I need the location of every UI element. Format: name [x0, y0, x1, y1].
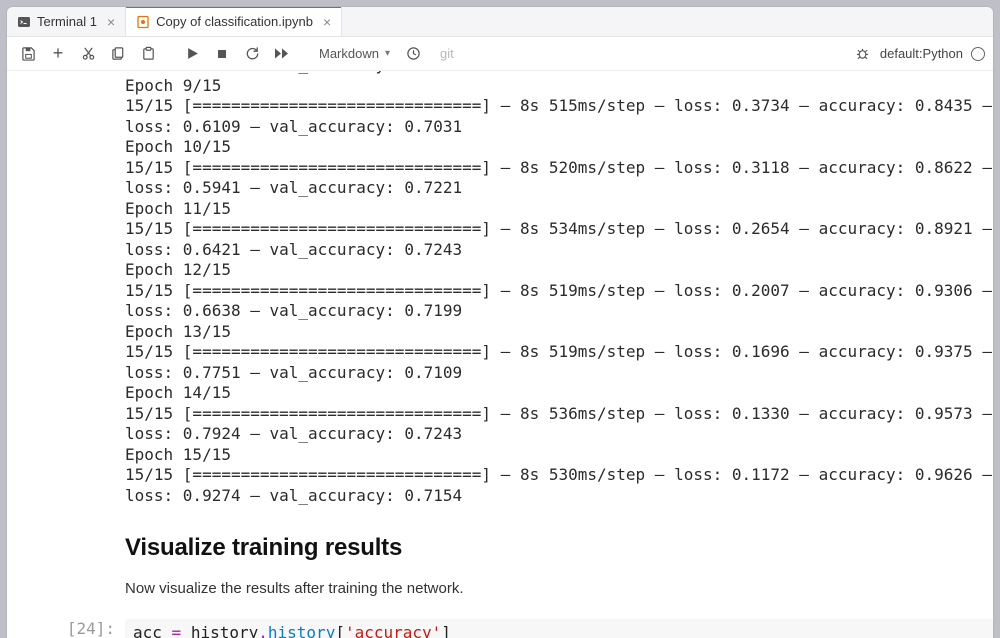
app-frame: Terminal 1 × Copy of classification.ipyn…	[7, 7, 993, 638]
tab-terminal[interactable]: Terminal 1 ×	[7, 7, 126, 36]
tab-notebook[interactable]: Copy of classification.ipynb ×	[126, 7, 342, 36]
close-icon[interactable]: ×	[107, 14, 115, 30]
input-prompt: [24]:	[61, 619, 125, 638]
markdown-cell[interactable]: Visualize training results Now visualize…	[7, 534, 993, 597]
notebook-icon	[136, 15, 150, 29]
code-token: [	[335, 623, 345, 638]
clock-icon-button[interactable]	[400, 41, 426, 67]
kernel-status-icon	[971, 47, 985, 61]
git-label[interactable]: git	[440, 46, 454, 61]
notebook-area[interactable]: loss: 0.5892 – val_accuracy: 0.6880 Epoc…	[7, 71, 993, 638]
cut-button[interactable]	[75, 41, 101, 67]
section-body: Now visualize the results after training…	[125, 580, 975, 597]
chevron-down-icon: ▾	[385, 48, 390, 59]
code-token: =	[162, 623, 191, 638]
terminal-icon	[17, 15, 31, 29]
insert-cell-button[interactable]: +	[45, 41, 71, 67]
code-cell[interactable]: [24]: acc = history.history['accuracy']	[7, 619, 993, 638]
run-all-button[interactable]	[269, 41, 295, 67]
training-output: loss: 0.5892 – val_accuracy: 0.6880 Epoc…	[7, 71, 993, 506]
code-input[interactable]: acc = history.history['accuracy']	[125, 619, 993, 638]
save-button[interactable]	[15, 41, 41, 67]
celltype-selector[interactable]: Markdown ▾	[313, 41, 396, 67]
notebook-toolbar: + Markdown ▾ git	[7, 37, 993, 71]
paste-button[interactable]	[135, 41, 161, 67]
run-button[interactable]	[179, 41, 205, 67]
tab-strip: Terminal 1 × Copy of classification.ipyn…	[7, 7, 993, 37]
kernel-selector[interactable]: default:Python	[880, 46, 985, 61]
output-text: loss: 0.5892 – val_accuracy: 0.6880 Epoc…	[125, 71, 975, 506]
code-token: .	[258, 623, 268, 638]
copy-button[interactable]	[105, 41, 131, 67]
kernel-label: default:Python	[880, 46, 963, 61]
code-token: 'accuracy'	[345, 623, 441, 638]
bug-icon-button[interactable]	[850, 41, 876, 67]
celltype-label: Markdown	[319, 46, 379, 61]
code-token: ]	[441, 623, 451, 638]
section-heading: Visualize training results	[125, 534, 975, 562]
code-token: history	[191, 623, 258, 638]
tab-label: Terminal 1	[37, 14, 97, 29]
tab-label: Copy of classification.ipynb	[156, 14, 313, 29]
restart-button[interactable]	[239, 41, 265, 67]
code-token: history	[268, 623, 335, 638]
close-icon[interactable]: ×	[323, 14, 331, 30]
stop-button[interactable]	[209, 41, 235, 67]
code-token: acc	[133, 623, 162, 638]
